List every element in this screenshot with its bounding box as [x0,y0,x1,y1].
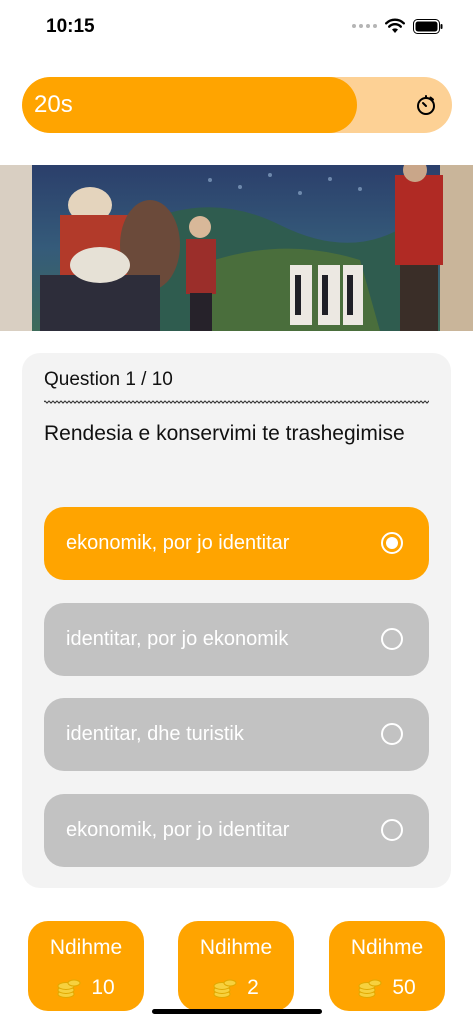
status-icons [352,18,443,34]
question-card: Question 1 / 10 Rendesia e konservimi te… [22,353,451,888]
help-button-label: Ndihme [199,936,273,959]
radio-button-icon[interactable] [381,819,403,841]
answer-label: identitar, dhe turistik [66,723,244,745]
question-text: Rendesia e konservimi te trashegimise [44,422,405,445]
wavy-divider [44,400,429,404]
status-bar: 10:15 [0,0,473,54]
stopwatch-icon [417,95,435,115]
status-time: 10:15 [46,16,95,37]
radio-button-icon[interactable] [381,628,403,650]
painting-image [0,165,473,331]
help-button-3[interactable]: Ndihme 50 [329,921,445,1011]
coins-icon [213,979,237,998]
battery-icon [413,18,443,34]
answer-label: ekonomik, por jo identitar [66,532,290,554]
cellular-signal-icon [352,24,377,28]
help-button-1[interactable]: Ndihme 10 [28,921,144,1011]
coins-icon [57,979,81,998]
help-button-label: Ndihme [350,936,424,959]
answer-label: identitar, por jo ekonomik [66,628,289,650]
timer-progress-bar: 20s [22,77,452,133]
help-cost: 2 [247,976,259,999]
answer-option-1[interactable]: ekonomik, por jo identitar [44,507,429,580]
radio-button-icon[interactable] [381,723,403,745]
help-cost: 50 [392,976,416,999]
home-indicator[interactable] [152,1009,322,1014]
answer-label: ekonomik, por jo identitar [66,819,290,841]
help-button-label: Ndihme [49,936,123,959]
radio-button-icon[interactable] [381,532,403,554]
answer-option-2[interactable]: identitar, por jo ekonomik [44,603,429,676]
help-button-2[interactable]: Ndihme 2 [178,921,294,1011]
answer-option-4[interactable]: ekonomik, por jo identitar [44,794,429,867]
wifi-icon [385,18,405,33]
question-counter: Question 1 / 10 [44,369,173,390]
help-cost: 10 [91,976,115,999]
coins-icon [358,979,382,998]
answer-option-3[interactable]: identitar, dhe turistik [44,698,429,771]
timer-label: 20s [34,91,73,118]
